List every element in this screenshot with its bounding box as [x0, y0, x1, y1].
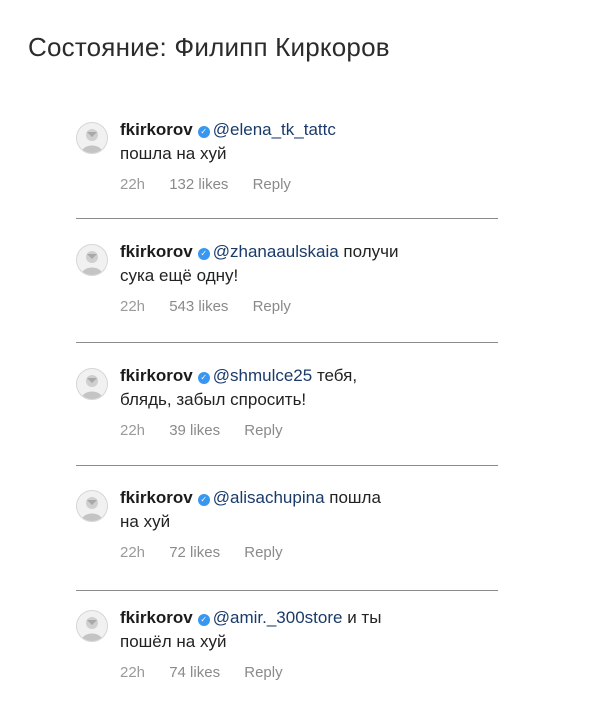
comment-time: 22h	[120, 422, 146, 439]
comment-text: пошла	[324, 488, 381, 507]
comment-text: тебя,	[312, 366, 358, 385]
mention-link[interactable]: @alisachupina	[213, 488, 325, 507]
likes-count[interactable]: 74 likes	[169, 664, 220, 681]
verified-badge-icon: ✓	[197, 372, 210, 384]
username[interactable]: fkirkorov	[120, 242, 193, 261]
reply-button[interactable]: Reply	[244, 664, 282, 681]
comment-meta: 22h 132 likes Reply	[120, 176, 506, 193]
comment-text: получи	[338, 242, 399, 261]
avatar[interactable]	[76, 122, 108, 154]
likes-count[interactable]: 132 likes	[169, 176, 228, 193]
comment-item: fkirkorov ✓ @alisachupina пошла на хуй 22h…	[76, 486, 506, 561]
comment-meta: 22h 72 likes Reply	[120, 544, 506, 561]
comment-text: сука ещё одну!	[120, 266, 239, 285]
username[interactable]: fkirkorov	[120, 608, 193, 627]
avatar[interactable]	[76, 490, 108, 522]
page-title: Состояние: Филипп Киркоров	[28, 32, 390, 62]
comment-time: 22h	[120, 176, 146, 193]
verified-badge-icon: ✓	[197, 614, 210, 626]
mention-link[interactable]: @elena_tk_tattc	[213, 120, 336, 139]
username[interactable]: fkirkorov	[120, 366, 193, 385]
divider	[76, 465, 498, 466]
username[interactable]: fkirkorov	[120, 120, 193, 139]
reply-button[interactable]: Reply	[244, 544, 282, 561]
comment-text: пошла на хуй	[120, 144, 227, 163]
comment-text: пошёл на хуй	[120, 632, 227, 651]
comment-item: fkirkorov ✓ @shmulce25 тебя, блядь, забыл …	[76, 364, 506, 439]
mention-link[interactable]: @amir._300store	[213, 608, 343, 627]
verified-badge-icon: ✓	[197, 248, 210, 260]
likes-count[interactable]: 39 likes	[169, 422, 220, 439]
likes-count[interactable]: 543 likes	[169, 298, 228, 315]
comment-item: fkirkorov ✓ @elena_tk_tattc пошла на хуй 2…	[76, 118, 506, 193]
mention-link[interactable]: @zhanaaulskaia	[213, 242, 339, 261]
comment-item: fkirkorov ✓ @zhanaaulskaia получи сука ещё…	[76, 240, 506, 315]
comment-time: 22h	[120, 664, 146, 681]
comment-item: fkirkorov ✓ @amir._300store и ты пошёл на …	[76, 606, 506, 681]
avatar[interactable]	[76, 244, 108, 276]
comment-time: 22h	[120, 544, 146, 561]
divider	[76, 218, 498, 219]
username[interactable]: fkirkorov	[120, 488, 193, 507]
comment-time: 22h	[120, 298, 146, 315]
reply-button[interactable]: Reply	[253, 176, 291, 193]
divider	[76, 590, 498, 591]
reply-button[interactable]: Reply	[244, 422, 282, 439]
avatar[interactable]	[76, 368, 108, 400]
comment-text: блядь, забыл спросить!	[120, 390, 307, 409]
likes-count[interactable]: 72 likes	[169, 544, 220, 561]
verified-badge-icon: ✓	[197, 494, 210, 506]
verified-badge-icon: ✓	[197, 126, 210, 138]
comment-meta: 22h 39 likes Reply	[120, 422, 506, 439]
comment-meta: 22h 74 likes Reply	[120, 664, 506, 681]
reply-button[interactable]: Reply	[253, 298, 291, 315]
avatar[interactable]	[76, 610, 108, 642]
comment-meta: 22h 543 likes Reply	[120, 298, 506, 315]
divider	[76, 342, 498, 343]
comment-text: на хуй	[120, 512, 171, 531]
comment-text: и ты	[342, 608, 382, 627]
mention-link[interactable]: @shmulce25	[213, 366, 312, 385]
